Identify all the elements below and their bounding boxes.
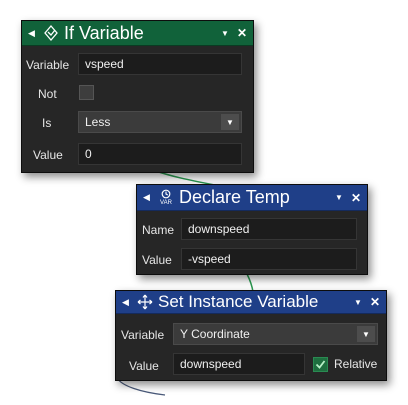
name-label: Name — [142, 223, 175, 237]
relative-checkbox[interactable] — [313, 357, 328, 372]
relative-label: Relative — [334, 357, 378, 371]
close-icon[interactable]: ✕ — [351, 191, 361, 205]
close-icon[interactable]: ✕ — [237, 26, 247, 40]
value-field[interactable]: downspeed — [173, 353, 305, 375]
variable-dropdown-value: Y Coordinate — [180, 327, 250, 341]
if-variable-icon — [41, 23, 61, 43]
if-variable-header[interactable]: ◀ If Variable ▼ ✕ — [22, 21, 253, 46]
declare-temp-header[interactable]: ◀ VAR Declare Temp ▼ ✕ — [137, 185, 367, 211]
node-title: Set Instance Variable — [158, 292, 319, 311]
variable-dropdown[interactable]: Y Coordinate ▼ — [173, 323, 378, 345]
node-title: Declare Temp — [179, 187, 290, 207]
variable-field[interactable]: vspeed — [78, 53, 242, 75]
collapse-icon[interactable]: ◀ — [28, 28, 38, 39]
variable-label: Variable — [121, 328, 165, 342]
name-field[interactable]: downspeed — [181, 218, 357, 240]
var-icon: VAR — [156, 188, 176, 208]
var-icon-text: VAR — [160, 200, 172, 206]
is-dropdown[interactable]: Less ▼ — [78, 111, 242, 133]
variable-label: Variable — [26, 58, 70, 72]
close-icon[interactable]: ✕ — [370, 295, 380, 309]
is-dropdown-value: Less — [85, 115, 111, 129]
declare-temp-node[interactable]: ◀ VAR Declare Temp ▼ ✕ Name downspeed Va… — [136, 184, 368, 275]
value-field[interactable]: 0 — [78, 143, 242, 165]
collapse-icon[interactable]: ◀ — [122, 297, 132, 308]
is-label: Is — [42, 116, 52, 130]
value-label: Value — [142, 253, 172, 267]
move-icon — [135, 292, 155, 312]
checkmark-icon — [315, 360, 326, 369]
set-instance-variable-node[interactable]: ◀ Set Instance Variable ▼ ✕ Variable Y C… — [115, 290, 387, 381]
menu-arrow-icon[interactable]: ▼ — [335, 193, 343, 202]
collapse-icon[interactable]: ◀ — [143, 192, 153, 203]
value-field[interactable]: -vspeed — [181, 248, 357, 270]
not-label: Not — [38, 87, 57, 101]
not-checkbox[interactable] — [79, 85, 94, 100]
set-instance-variable-header[interactable]: ◀ Set Instance Variable ▼ ✕ — [116, 291, 386, 314]
value-label: Value — [33, 148, 63, 162]
menu-arrow-icon[interactable]: ▼ — [221, 29, 229, 38]
value-label: Value — [129, 359, 159, 373]
dropdown-arrow-icon[interactable]: ▼ — [357, 326, 375, 342]
menu-arrow-icon[interactable]: ▼ — [354, 298, 362, 307]
dropdown-arrow-icon[interactable]: ▼ — [221, 114, 239, 130]
node-title: If Variable — [64, 22, 144, 43]
if-variable-node[interactable]: ◀ If Variable ▼ ✕ Variable vspeed Not Is… — [21, 20, 254, 173]
